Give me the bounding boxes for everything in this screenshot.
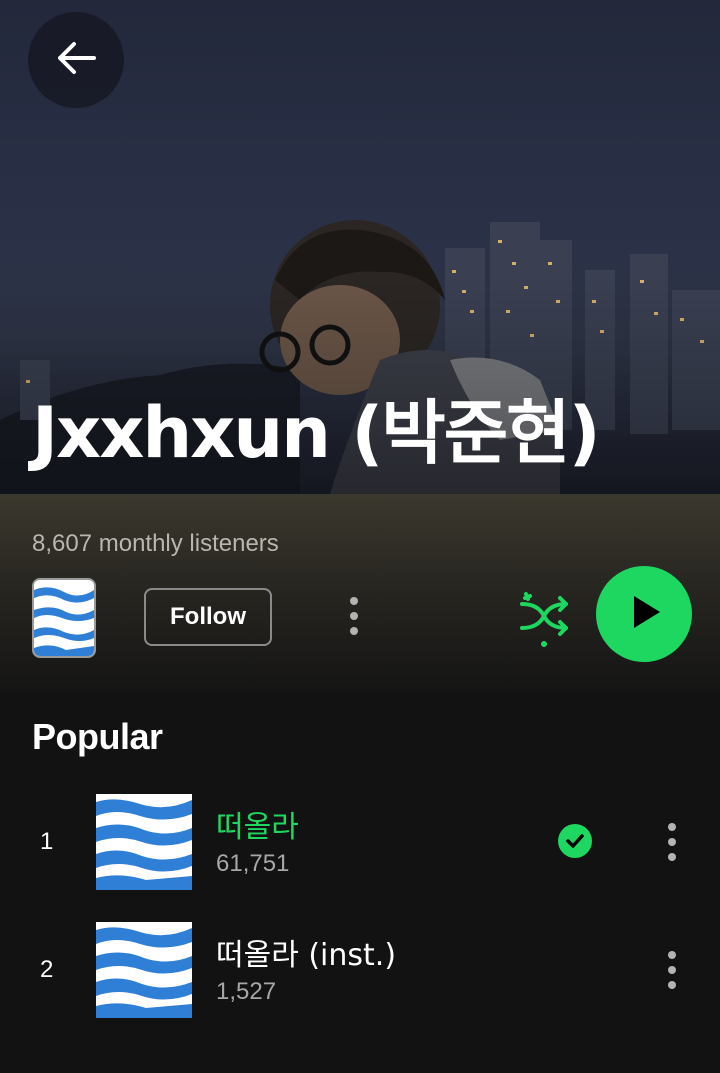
more-vertical-icon (668, 823, 676, 861)
play-button[interactable] (596, 566, 692, 662)
track-cover-art (96, 794, 192, 890)
track-row[interactable]: 1 떠올라 61,751 (0, 794, 720, 890)
track-title: 떠올라 (inst.) (216, 938, 397, 973)
follow-button[interactable]: Follow (144, 588, 272, 646)
track-number: 1 (40, 828, 54, 855)
back-arrow-icon (54, 36, 98, 85)
track-play-count: 61,751 (216, 850, 290, 877)
more-vertical-icon (349, 596, 359, 641)
track-cover-art (96, 922, 192, 1018)
track-number: 2 (40, 956, 54, 983)
track-play-count: 1,527 (216, 978, 277, 1005)
shuffle-icon (516, 592, 572, 654)
track-more-options-button[interactable] (654, 946, 690, 994)
check-circle-icon[interactable] (558, 824, 592, 858)
popular-section-title: Popular (32, 716, 163, 757)
track-title: 떠올라 (216, 810, 299, 845)
more-vertical-icon (668, 951, 676, 989)
track-row[interactable]: 2 떠올라 (inst.) 1,527 (0, 922, 720, 1018)
shuffle-button[interactable] (516, 590, 572, 650)
monthly-listeners: 8,607 monthly listeners (32, 530, 279, 557)
track-more-options-button[interactable] (654, 818, 690, 866)
back-button[interactable] (28, 12, 124, 108)
artist-more-options-button[interactable] (336, 596, 372, 640)
artist-name: Jxxhxun (박준현) (32, 392, 601, 474)
play-icon (624, 592, 664, 637)
artist-release-thumbnail[interactable] (32, 578, 96, 658)
